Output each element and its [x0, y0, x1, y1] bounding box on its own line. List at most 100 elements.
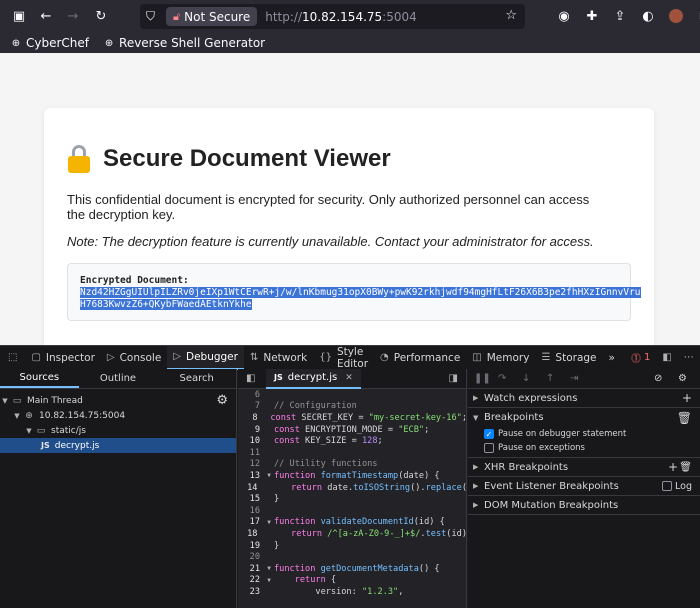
log-option[interactable]: Log	[662, 481, 692, 492]
deactivate-breakpoints-icon[interactable]: ⇥	[570, 373, 578, 384]
tree-item-host[interactable]: ▼ ⊕ 10.82.154.75:5004	[0, 408, 236, 423]
close-tab-icon[interactable]: ✕	[345, 373, 353, 383]
share-icon[interactable]: ⇪	[609, 5, 631, 27]
console-icon: ▷	[106, 352, 115, 363]
page-description: This confidential document is encrypted …	[67, 192, 590, 222]
add-xhr-icon[interactable]: +	[668, 460, 678, 474]
fold-icon[interactable]: ▼	[264, 519, 274, 526]
code-line: 15}	[249, 494, 280, 505]
tab-network[interactable]: ⇅ Network	[244, 346, 313, 370]
editor-panel: ◧ JS decrypt.js ✕ ◨ 6 7// Configuration …	[238, 369, 467, 608]
step-out-icon[interactable]: ↑	[546, 373, 554, 384]
bookmark-cyberchef[interactable]: ⊕ CyberChef	[10, 36, 89, 50]
checkbox-unchecked[interactable]	[484, 442, 494, 453]
url-bar[interactable]: ⛉ 🔓︎ Not Secure http://10.82.154.75:5004…	[140, 4, 525, 29]
tab-console[interactable]: ▷ Console	[101, 346, 167, 370]
checkbox-checked[interactable]: ✓	[484, 429, 494, 439]
error-count[interactable]: ⓵1	[621, 346, 656, 370]
page-content: Secure Document Viewer This confidential…	[0, 53, 700, 345]
devtools-menu-icon[interactable]: ⋯	[678, 346, 700, 370]
url-text[interactable]: http://10.82.154.75:5004	[265, 10, 417, 24]
watch-expressions-header[interactable]: ▶ Watch expressions +	[468, 389, 700, 408]
step-in-icon[interactable]: ↓	[522, 373, 530, 384]
event-listener-breakpoints-header[interactable]: ▶ Event Listener Breakpoints Log	[468, 477, 700, 496]
code-line: 17 ▼ function validateDocumentId (id) {	[249, 517, 445, 528]
globe-icon: ⊕	[104, 37, 114, 49]
fold-icon[interactable]: ▼	[264, 472, 274, 479]
back-icon[interactable]: ←	[35, 5, 57, 27]
delete-xhr-icon[interactable]: 🗑︎	[679, 462, 692, 473]
security-label: Not Secure	[184, 9, 251, 24]
encrypted-label: Encrypted Document:	[80, 275, 189, 286]
forward-icon[interactable]: →	[62, 5, 84, 27]
thread-icon: ▭	[12, 395, 22, 406]
editor-tabs: ◧ JS decrypt.js ✕ ◨	[238, 369, 466, 389]
tab-sources[interactable]: Sources	[0, 369, 79, 388]
tab-outline[interactable]: Outline	[79, 369, 158, 388]
code-editor[interactable]: 6 7// Configuration 8 const SECRET_KEY = …	[238, 389, 467, 598]
profile-icon[interactable]	[665, 5, 687, 27]
toggle-sources-icon[interactable]: ◧	[246, 373, 255, 384]
tab-performance[interactable]: ◔ Performance	[374, 346, 466, 370]
step-over-icon[interactable]: ↷	[498, 373, 506, 384]
tree-item-file[interactable]: JS decrypt.js	[0, 438, 236, 453]
dock-icon[interactable]: ◧	[656, 346, 677, 370]
debugger-settings-icon[interactable]: ⚙	[678, 373, 687, 384]
debugger-controls: ❚❚ ↷ ↓ ↑ ⇥ ⊘ ⚙	[468, 369, 700, 389]
dom-mutation-breakpoints-header[interactable]: ▶ DOM Mutation Breakpoints	[468, 496, 700, 515]
browser-toolbar: ▣ ← → ↻ ⛉ 🔓︎ Not Secure http://10.82.154…	[0, 0, 700, 33]
pick-element-icon[interactable]: ⬚	[0, 346, 25, 370]
code-line: 12// Utility functions	[249, 459, 378, 470]
delete-breakpoints-icon[interactable]: 🗑︎	[677, 411, 692, 425]
checkbox-unchecked[interactable]	[662, 481, 673, 491]
toggle-panes-icon[interactable]: ◨	[449, 373, 458, 384]
tracking-shield-icon[interactable]: ⛉	[146, 9, 164, 24]
code-line: 13 ▼ function formatTimestamp (date) {	[249, 470, 440, 481]
menu-icon[interactable]: ≡	[693, 5, 700, 27]
tree-item-thread[interactable]: ▼ ▭ Main Thread	[0, 393, 236, 408]
tab-debugger[interactable]: ▷ Debugger	[167, 345, 244, 370]
tab-style-editor[interactable]: {} Style Editor	[313, 346, 374, 370]
code-line: 20	[249, 552, 260, 563]
pause-icon[interactable]: ❚❚	[474, 373, 491, 384]
xhr-breakpoints-header[interactable]: ▶ XHR Breakpoints + 🗑︎	[468, 458, 700, 477]
encrypted-value[interactable]: Nzd42HZGgUIUlpILZRv0jeIXp1WtCErwR+j/w/ln…	[80, 287, 641, 311]
bookmark-reverse-shell[interactable]: ⊕ Reverse Shell Generator	[103, 36, 265, 50]
tab-storage[interactable]: ☰ Storage	[535, 346, 602, 370]
globe-icon: ⊕	[11, 37, 21, 49]
add-watch-icon[interactable]: +	[682, 391, 692, 405]
addon-icon[interactable]: ◐	[637, 5, 659, 27]
expand-icon: ▶	[473, 501, 479, 509]
tab-inspector[interactable]: ▢ Inspector	[25, 346, 100, 370]
expand-icon: ▶	[473, 482, 479, 490]
code-line: 11	[249, 447, 260, 458]
pause-on-exceptions-option[interactable]: Pause on exceptions	[468, 441, 700, 458]
pause-on-debugger-option[interactable]: ✓ Pause on debugger statement	[468, 427, 700, 441]
bookmark-star-icon[interactable]: ☆	[505, 8, 517, 23]
tab-memory[interactable]: ◫ Memory	[466, 346, 535, 370]
network-icon: ⇅	[249, 352, 259, 363]
code-line: 21 ▼ function getDocumentMetadata() {	[249, 563, 440, 574]
insecure-lock-icon: 🔓︎	[173, 9, 181, 23]
code-line: 19}	[249, 540, 280, 551]
code-line: 7// Configuration	[254, 401, 357, 412]
more-tabs-button[interactable]: »	[603, 346, 621, 370]
disable-breakpoints-icon[interactable]: ⊘	[654, 373, 662, 384]
reload-icon[interactable]: ↻	[90, 5, 112, 27]
sidebar-toggle-icon[interactable]: ▣	[8, 5, 30, 27]
not-secure-badge[interactable]: 🔓︎ Not Secure	[166, 7, 258, 26]
fold-icon[interactable]: ▼	[264, 577, 274, 584]
breakpoints-header[interactable]: ▼ Breakpoints 🗑︎	[468, 408, 700, 427]
tab-search[interactable]: Search	[157, 369, 236, 388]
sources-settings-icon[interactable]: ⚙	[216, 393, 228, 408]
editor-tab-decrypt-js[interactable]: JS decrypt.js ✕	[266, 369, 361, 389]
fold-icon[interactable]: ▼	[264, 565, 274, 572]
extensions-icon[interactable]: ✚	[581, 5, 603, 27]
account-icon[interactable]: ◉	[553, 5, 575, 27]
js-file-icon: JS	[274, 373, 283, 382]
encrypted-line: H7683KwvzZ6+QKybFWaedAEtknYkhe	[80, 299, 252, 310]
code-line: 18 return /^[a-zA-Z0-9-_]+$/. test (id)	[247, 528, 467, 539]
tree-item-folder[interactable]: ▼ ▭ static/js	[0, 423, 236, 438]
error-icon: ⓵	[630, 354, 641, 365]
memory-icon: ◫	[472, 352, 482, 363]
